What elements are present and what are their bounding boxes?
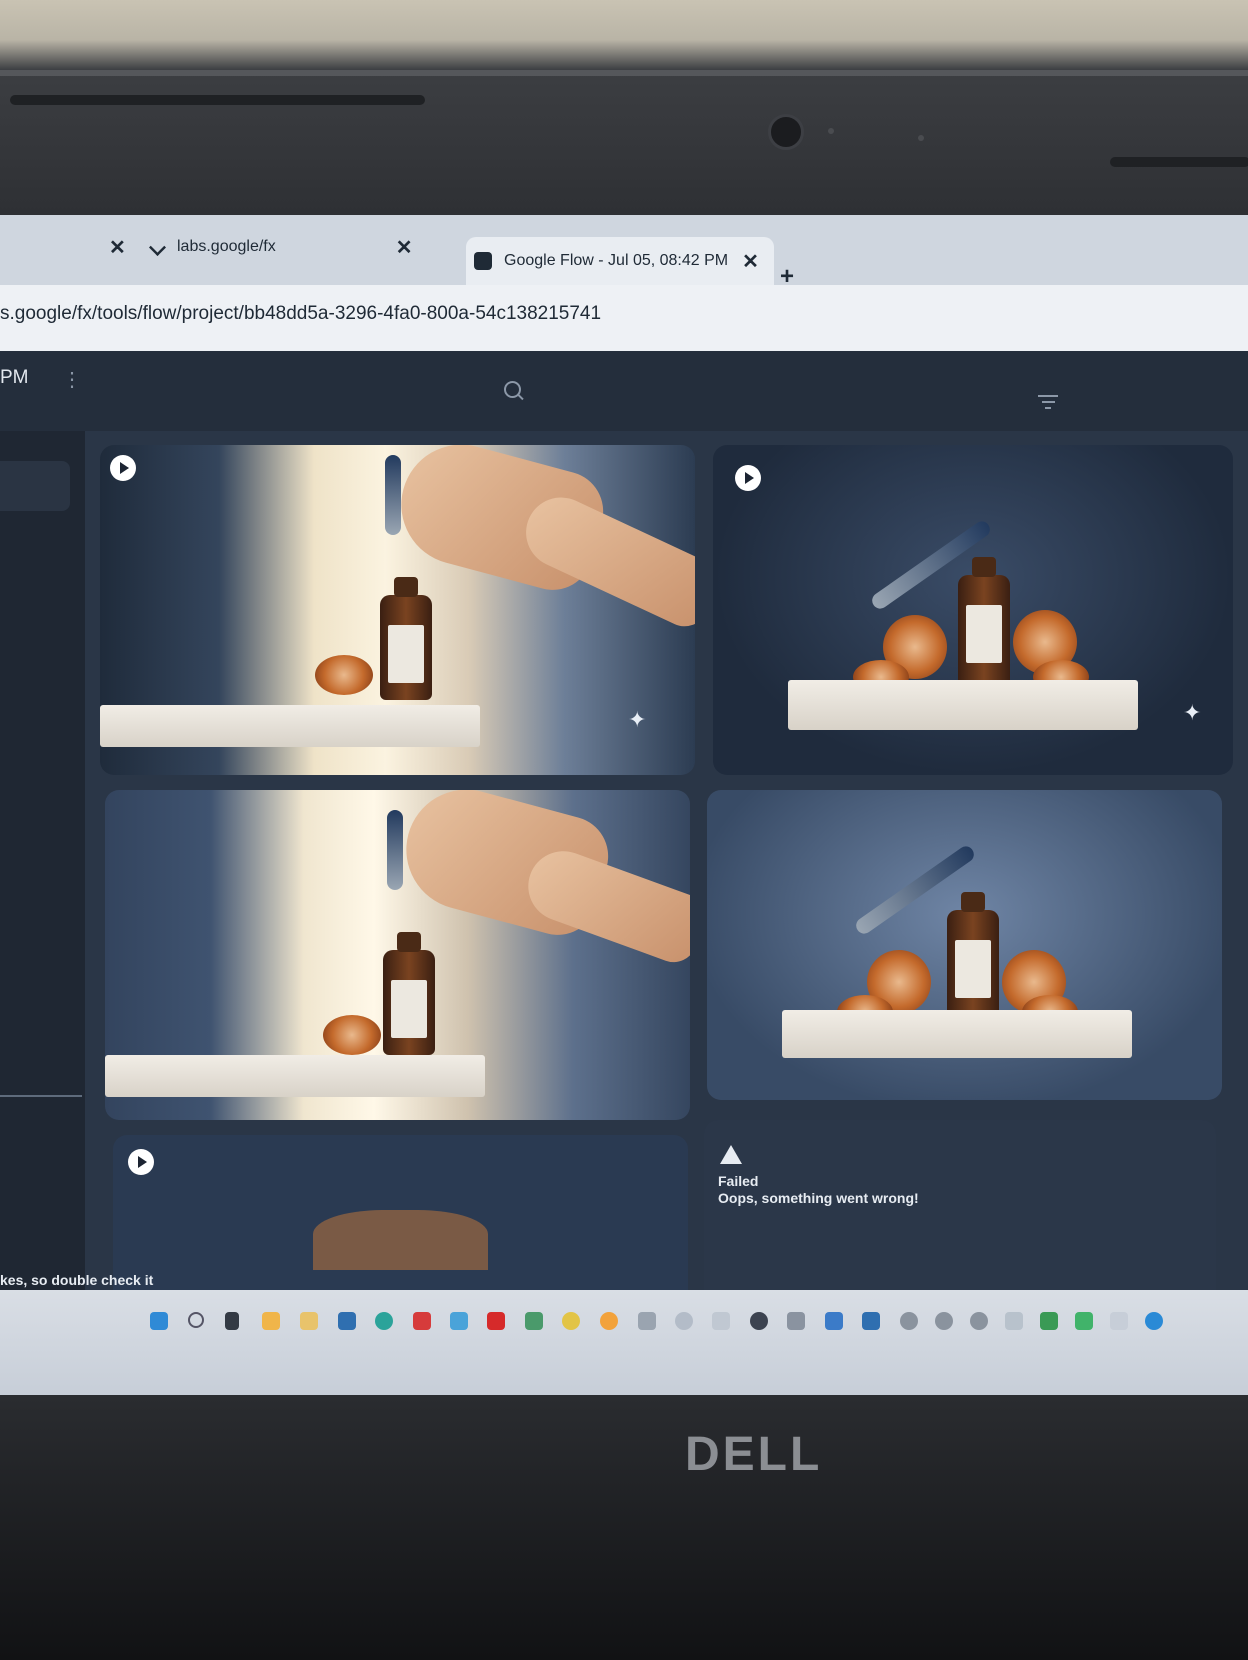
app-icon[interactable] <box>712 1312 730 1330</box>
flow-icon <box>474 252 492 270</box>
warning-icon <box>720 1145 742 1164</box>
filter-icon[interactable] <box>1038 395 1058 409</box>
disclaimer-text: kes, so double check it <box>0 1272 154 1288</box>
close-icon[interactable]: ✕ <box>742 249 759 274</box>
video-card-2[interactable]: ✦ <box>713 445 1233 775</box>
sidebar-divider <box>0 1095 82 1097</box>
failed-title: Failed <box>718 1173 759 1189</box>
app-header: PM ⋮ <box>0 351 1248 431</box>
stone-slab-image <box>782 1010 1132 1058</box>
arm-image <box>514 486 695 634</box>
app-icon[interactable] <box>1145 1312 1163 1330</box>
video-card-4[interactable] <box>707 790 1222 1100</box>
chrome-profile-icon[interactable] <box>900 1312 918 1330</box>
app-icon[interactable] <box>1075 1312 1093 1330</box>
bezel-groove <box>10 95 425 105</box>
app-icon[interactable] <box>787 1312 805 1330</box>
search-icon[interactable] <box>504 381 521 398</box>
close-icon[interactable]: ✕ <box>109 235 126 260</box>
play-icon[interactable] <box>110 455 136 481</box>
app-icon[interactable] <box>862 1312 880 1330</box>
bezel-rim <box>0 70 1248 76</box>
browser-tab-bar: ✕ labs.google/fx ✕ Google Flow - Jul 05,… <box>0 215 1248 290</box>
browser-tab-active[interactable]: Google Flow - Jul 05, 08:42 PM ✕ <box>466 237 774 285</box>
folder-icon[interactable] <box>300 1312 318 1330</box>
app-icon[interactable] <box>1040 1312 1058 1330</box>
app-icon[interactable] <box>525 1312 543 1330</box>
screen: ✕ labs.google/fx ✕ Google Flow - Jul 05,… <box>0 215 1248 1395</box>
task-view-icon[interactable] <box>225 1312 239 1330</box>
tab-label: labs.google/fx <box>177 238 276 255</box>
dried-orange-image <box>313 1210 488 1270</box>
bezel-groove-right <box>1110 157 1248 167</box>
serum-bottle-image <box>383 932 435 1055</box>
failed-message: Oops, something went wrong! <box>718 1190 919 1206</box>
play-icon[interactable] <box>735 465 761 491</box>
app-icon[interactable] <box>825 1312 843 1330</box>
app-icon[interactable] <box>450 1312 468 1330</box>
store-icon[interactable] <box>338 1312 356 1330</box>
chrome-icon[interactable] <box>562 1312 580 1330</box>
windows-start-icon[interactable] <box>150 1312 168 1330</box>
widgets-icon[interactable] <box>262 1312 280 1330</box>
video-card-3[interactable] <box>105 790 690 1120</box>
browser-tab-1[interactable]: ✕ <box>95 227 126 267</box>
webcam <box>768 114 804 150</box>
address-bar[interactable]: s.google/fx/tools/flow/project/bb48dd5a-… <box>0 285 1248 351</box>
close-icon[interactable]: ✕ <box>396 235 413 260</box>
browser-tab-2[interactable]: labs.google/fx ✕ <box>149 227 450 267</box>
app-icon[interactable] <box>638 1312 656 1330</box>
dried-orange-image <box>323 1015 381 1055</box>
app-icon[interactable] <box>1005 1312 1023 1330</box>
dried-orange-image <box>315 655 373 695</box>
edge-icon[interactable] <box>375 1312 393 1330</box>
sparkle-icon[interactable]: ✦ <box>628 707 646 733</box>
laptop-bezel-bottom: DELL <box>0 1395 1248 1660</box>
webcam-sensor <box>918 135 924 141</box>
chrome-profile-icon[interactable] <box>935 1312 953 1330</box>
serum-bottle-image <box>380 577 432 700</box>
brand-logo: DELL <box>685 1428 823 1481</box>
project-time: PM <box>0 367 29 388</box>
app-icon[interactable] <box>750 1312 768 1330</box>
app-icon[interactable] <box>1110 1312 1128 1330</box>
flask-icon <box>149 238 166 256</box>
sparkle-icon[interactable]: ✦ <box>1183 700 1201 726</box>
sidebar <box>0 431 85 1395</box>
tab-label: Google Flow - Jul 05, 08:42 PM <box>504 252 729 269</box>
laptop-bezel-top <box>0 0 1248 215</box>
play-icon[interactable] <box>128 1149 154 1175</box>
dropper-image <box>385 455 401 535</box>
video-card-1[interactable]: ✦ <box>100 445 695 775</box>
serum-bottle-image <box>958 557 1010 695</box>
youtube-icon[interactable] <box>487 1312 505 1330</box>
url-text: s.google/fx/tools/flow/project/bb48dd5a-… <box>0 303 602 324</box>
app-icon[interactable] <box>675 1312 693 1330</box>
stone-slab-image <box>105 1055 485 1097</box>
chrome-profile-icon[interactable] <box>970 1312 988 1330</box>
more-options-icon[interactable]: ⋮ <box>62 367 82 392</box>
webcam-indicator <box>828 128 834 134</box>
stone-slab-image <box>788 680 1138 730</box>
sidebar-item[interactable] <box>0 461 70 511</box>
app-icon[interactable] <box>413 1312 431 1330</box>
search-icon[interactable] <box>188 1312 204 1328</box>
dropper-image <box>387 810 403 890</box>
chrome-icon[interactable] <box>600 1312 618 1330</box>
stone-slab-image <box>100 705 480 747</box>
taskbar <box>0 1290 1248 1395</box>
